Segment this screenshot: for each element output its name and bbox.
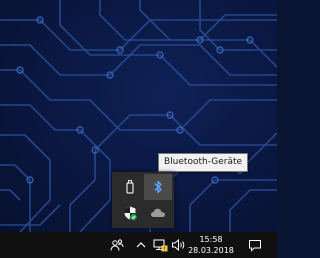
network-icon[interactable]: !: [150, 232, 170, 258]
hidden-icons-flyout: [112, 172, 174, 228]
windows-defender-icon[interactable]: [116, 200, 144, 226]
taskbar: ! 15:58 28.03.2018: [0, 232, 277, 258]
svg-text:!: !: [163, 247, 165, 252]
speaker-icon[interactable]: [170, 232, 188, 258]
clock-time: 15:58: [199, 235, 223, 244]
people-icon[interactable]: [106, 232, 128, 258]
tooltip-text: Bluetooth-Geräte: [164, 157, 243, 167]
onedrive-cloud-icon[interactable]: [144, 200, 172, 226]
usb-device-icon[interactable]: [116, 174, 144, 200]
taskbar-clock[interactable]: 15:58 28.03.2018: [188, 234, 234, 256]
bluetooth-icon[interactable]: [144, 174, 172, 200]
chevron-up-icon[interactable]: [132, 232, 150, 258]
action-center-icon[interactable]: [244, 232, 266, 258]
bluetooth-tooltip: Bluetooth-Geräte: [158, 153, 249, 172]
clock-date: 28.03.2018: [188, 246, 234, 255]
